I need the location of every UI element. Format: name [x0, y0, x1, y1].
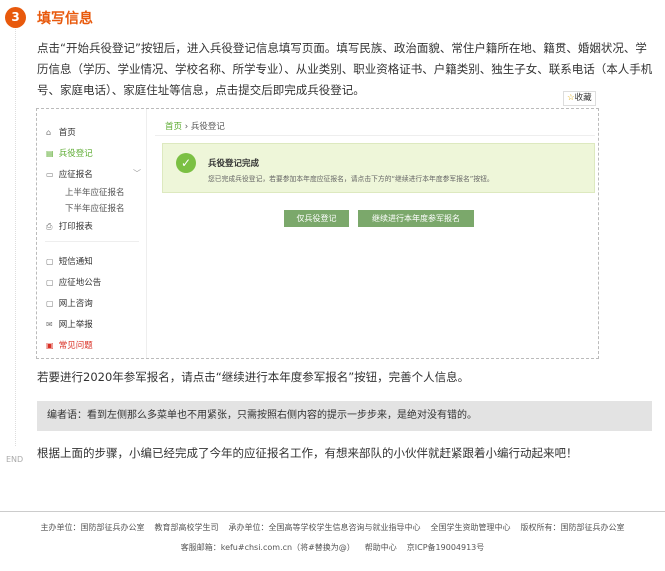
breadcrumb-home[interactable]: 首页: [165, 122, 182, 132]
step-title: 填写信息: [37, 11, 93, 27]
after-text: 若要进行2020年参军报名，请点击“继续进行本年度参军报名”按钮，完善个人信息。: [37, 370, 470, 384]
print-icon: ⎙: [46, 222, 53, 231]
sidebar-item-register[interactable]: ▤ 兵役登记: [46, 147, 93, 159]
final-text: 根据上面的步骤，小编已经完成了今年的应征报名工作，有想来部队的小伙伴就赶紧跟着小…: [37, 446, 578, 460]
breadcrumb-separator: ›: [184, 122, 189, 132]
only-register-button[interactable]: 仅兵役登记: [284, 210, 349, 227]
sidebar-item-consult[interactable]: ▢ 网上咨询: [46, 297, 93, 309]
timeline-line: [15, 26, 16, 446]
footer-help-link[interactable]: 帮助中心: [365, 543, 397, 552]
footer-organizer: 承办单位：全国高等学校学生信息咨询与就业指导中心: [228, 523, 421, 532]
chat-icon: ▢: [46, 299, 54, 308]
screenshot-frame: ⌂ 首页 ▤ 兵役登记 ▭ 应征报名 ﹀ 上半年应征报名 下半年应征报名 ⎙ 打…: [36, 108, 599, 359]
footer-icp-link[interactable]: 京ICP备19004913号: [407, 543, 485, 552]
sidebar-divider: [45, 241, 139, 242]
home-icon: ⌂: [46, 128, 52, 137]
sidebar-item-first-half[interactable]: 上半年应征报名: [65, 186, 125, 198]
footer-host: 主办单位：国防部征兵办公室: [40, 523, 145, 532]
sidebar-item-faq[interactable]: ▣ 常见问题: [46, 339, 93, 351]
mail-icon: ✉: [46, 320, 53, 329]
step-number-badge: 3: [5, 7, 26, 28]
success-notice: ✓ 兵役登记完成 您已完成兵役登记，若要参加本年度应征报名，请点击下方的“继续进…: [162, 143, 595, 193]
star-icon: ☆: [567, 93, 575, 103]
footer-line-2: 客服邮箱：kefu#chsi.com.cn（将#替换为@） 帮助中心 京ICP备19…: [0, 542, 665, 553]
breadcrumb-current: 兵役登记: [190, 122, 225, 132]
sidebar: ⌂ 首页 ▤ 兵役登记 ▭ 应征报名 ﹀ 上半年应征报名 下半年应征报名 ⎙ 打…: [37, 109, 147, 358]
notice-text: 您已完成兵役登记，若要参加本年度应征报名，请点击下方的“继续进行本年度参军报名”…: [208, 175, 494, 183]
footer-host2: 教育部高校学生司: [154, 523, 219, 532]
sidebar-item-second-half[interactable]: 下半年应征报名: [65, 202, 125, 214]
footer-divider: [0, 511, 665, 512]
announcement-icon: ▢: [46, 278, 54, 287]
sms-icon: ▢: [46, 257, 54, 266]
sidebar-item-report[interactable]: ✉ 网上举报: [46, 318, 93, 330]
signup-icon: ▭: [46, 170, 54, 179]
question-icon: ▣: [46, 341, 54, 350]
check-icon: ✓: [176, 153, 196, 173]
footer-line-1: 主办单位：国防部征兵办公室 教育部高校学生司 承办单位：全国高等学校学生信息咨询与就…: [0, 522, 665, 533]
breadcrumb-divider: [155, 135, 595, 136]
footer-email: 客服邮箱：kefu#chsi.com.cn（将#替换为@）: [180, 543, 355, 552]
editor-note: 编者语：看到左侧那么多菜单也不用紧张，只需按照右侧内容的提示一步步来，是绝对没有…: [37, 401, 652, 431]
sidebar-item-signup[interactable]: ▭ 应征报名: [46, 168, 93, 180]
footer-organizer2: 全国学生资助管理中心: [430, 523, 511, 532]
favorite-label: 收藏: [574, 93, 592, 103]
end-label: END: [6, 455, 24, 464]
chevron-down-icon[interactable]: ﹀: [133, 168, 141, 179]
sidebar-item-announcement[interactable]: ▢ 应征地公告: [46, 276, 101, 288]
sidebar-item-print[interactable]: ⎙ 打印报表: [46, 220, 93, 232]
register-icon: ▤: [46, 149, 54, 158]
favorite-button[interactable]: ☆收藏: [563, 91, 596, 106]
sidebar-item-home[interactable]: ⌂ 首页: [46, 126, 76, 138]
breadcrumb: 首页 › 兵役登记: [165, 120, 225, 132]
footer-copyright: 版权所有：国防部征兵办公室: [520, 523, 625, 532]
continue-signup-button[interactable]: 继续进行本年度参军报名: [358, 210, 474, 227]
notice-title: 兵役登记完成: [208, 159, 260, 169]
sidebar-item-sms[interactable]: ▢ 短信通知: [46, 255, 93, 267]
